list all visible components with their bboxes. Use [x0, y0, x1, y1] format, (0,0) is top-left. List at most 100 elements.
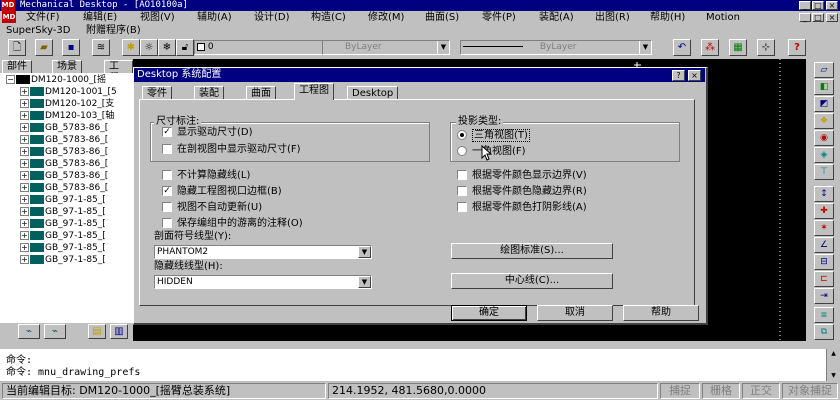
tab-assembly[interactable]: 装配: [194, 86, 224, 100]
tree-item[interactable]: + GB_5783-86_[: [20, 122, 108, 134]
browser-part-icon[interactable]: ⌁: [18, 324, 40, 339]
tree-item[interactable]: + DM120-103_[轴: [20, 110, 114, 122]
part-color-hatch-checkbox[interactable]: 根据零件颜色打阴影线(A): [457, 202, 587, 214]
lock-icon[interactable]: 🔓︎: [176, 39, 194, 56]
part-color-hidden-checkbox[interactable]: 根据零件颜色隐藏边界(R): [457, 186, 587, 198]
save-orphan-notes-checkbox[interactable]: 保存编组中的游离的注释(O): [162, 218, 303, 230]
menu-help[interactable]: 帮助(H): [650, 11, 685, 24]
help-icon[interactable]: ?: [788, 39, 806, 56]
tree-item[interactable]: + GB_5783-86_[: [20, 146, 108, 158]
menu-construct[interactable]: 构造(C): [311, 11, 346, 24]
tree-item[interactable]: + GB_97-1-85_[: [20, 230, 106, 242]
show-driving-dims-checkbox[interactable]: ✓ 显示驱动尺寸(D): [162, 127, 253, 139]
tab-drawings[interactable]: 工程图: [104, 60, 133, 96]
drawing-standards-button[interactable]: 绘图标准(S)...: [451, 243, 613, 259]
hide-viewport-border-checkbox[interactable]: ✓ 隐藏工程图视口边框(B): [162, 186, 282, 198]
assembly-tool-icon[interactable]: ↕: [814, 186, 834, 202]
command-splitter[interactable]: [0, 341, 840, 349]
menu-part[interactable]: 零件(P): [482, 11, 516, 24]
doc-close-icon[interactable]: ×: [826, 13, 838, 22]
section-linetype-select[interactable]: PHANTOM2 ▼: [154, 245, 372, 259]
menu-design[interactable]: 设计(D): [254, 11, 290, 24]
menu-surface[interactable]: 曲面(S): [425, 11, 459, 24]
no-hidden-lines-checkbox[interactable]: 不计算隐藏线(L): [162, 170, 250, 182]
scroll-down-icon[interactable]: ▼: [827, 371, 840, 381]
tab-scenes[interactable]: 场景: [52, 60, 82, 73]
collapse-icon[interactable]: −: [6, 75, 15, 84]
expand-icon[interactable]: +: [20, 159, 29, 168]
chamfer-tool-icon[interactable]: ⊤: [814, 164, 834, 180]
expand-icon[interactable]: +: [20, 255, 29, 264]
command-window[interactable]: 命令: 命令: mnu_drawing_prefs ▲ ▼: [0, 349, 840, 381]
flush-tool-icon[interactable]: ⊟: [814, 254, 834, 270]
insert-tool-icon[interactable]: ⊏: [814, 271, 834, 287]
maximize-icon[interactable]: □: [812, 1, 824, 10]
fillet-tool-icon[interactable]: ◈: [814, 147, 834, 163]
expand-icon[interactable]: +: [20, 99, 29, 108]
grid-tool-icon[interactable]: ▦: [729, 39, 747, 56]
layer-combo[interactable]: 0 ▼: [194, 40, 338, 55]
new-file-icon[interactable]: 🗋: [8, 39, 26, 56]
command-scrollbar[interactable]: ▲ ▼: [826, 349, 840, 381]
linetype-combo[interactable]: ByLayer ▼: [460, 40, 652, 55]
tree-item[interactable]: + GB_5783-86_[: [20, 134, 108, 146]
menu-assist[interactable]: 辅助(A): [197, 11, 232, 24]
doc-minimize-icon[interactable]: _: [799, 13, 811, 22]
undo-icon[interactable]: ↶: [673, 39, 691, 56]
extrude-tool-icon[interactable]: ◩: [814, 96, 834, 112]
sun-icon[interactable]: ☼: [140, 39, 158, 56]
tab-surface[interactable]: 曲面: [246, 86, 276, 100]
hidden-linetype-dropdown-icon[interactable]: ▼: [358, 276, 371, 288]
part-tool-icon[interactable]: ▱: [814, 62, 834, 78]
tree-item[interactable]: + DM120-102_[支: [20, 98, 114, 110]
expand-icon[interactable]: +: [20, 183, 29, 192]
ortho-toggle[interactable]: 正交: [742, 383, 780, 399]
open-folder-icon[interactable]: ▰: [35, 39, 53, 56]
properties-icon[interactable]: ⁂: [701, 39, 719, 56]
expand-icon[interactable]: +: [20, 123, 29, 132]
tree-item[interactable]: + GB_97-1-85_[: [20, 194, 106, 206]
menu-drawing[interactable]: 出图(R): [595, 11, 630, 24]
expand-icon[interactable]: +: [20, 135, 29, 144]
save-icon[interactable]: ▪: [62, 39, 80, 56]
menu-file[interactable]: 文件(F): [26, 11, 60, 24]
scene-tool-icon[interactable]: ⧈: [814, 307, 834, 323]
menu-addons[interactable]: 附赠程序(B): [86, 24, 141, 37]
expand-icon[interactable]: +: [20, 231, 29, 240]
minimize-icon[interactable]: _: [799, 1, 811, 10]
centerline-button[interactable]: 中心线(C)...: [451, 273, 613, 289]
color-combo[interactable]: ByLayer ▼: [322, 40, 450, 55]
tree-item[interactable]: + GB_5783-86_[: [20, 170, 108, 182]
tree-item[interactable]: + GB_97-1-85_[: [20, 218, 106, 230]
tab-part[interactable]: 零件: [142, 86, 172, 100]
browser-assembly-icon[interactable]: ⌁: [44, 324, 66, 339]
snap-toggle[interactable]: 捕捉: [660, 383, 700, 399]
no-auto-update-checkbox[interactable]: 视图不自动更新(U): [162, 202, 262, 214]
explode-tool-icon[interactable]: ⇥: [814, 288, 834, 304]
osnap-toggle[interactable]: 对象捕捉: [782, 383, 838, 399]
close-icon[interactable]: ×: [826, 1, 838, 10]
menu-edit[interactable]: 编辑(E): [83, 11, 117, 24]
part-color-visible-checkbox[interactable]: 根据零件颜色显示边界(V): [457, 170, 587, 182]
app-icon[interactable]: MD: [1, 0, 15, 11]
dialog-help-icon[interactable]: ?: [672, 70, 685, 81]
menu-view[interactable]: 视图(V): [140, 11, 175, 24]
expand-icon[interactable]: +: [20, 171, 29, 180]
sketch-tool-icon[interactable]: ◧: [814, 79, 834, 95]
dialog-close-icon[interactable]: ×: [688, 70, 701, 81]
expand-icon[interactable]: +: [20, 243, 29, 252]
section-linetype-dropdown-icon[interactable]: ▼: [358, 246, 371, 258]
tree-item[interactable]: + GB_5783-86_[: [20, 182, 108, 194]
expand-icon[interactable]: +: [20, 207, 29, 216]
tree-item[interactable]: + GB_97-1-85_[: [20, 206, 106, 218]
menu-modify[interactable]: 修改(M): [368, 11, 404, 24]
scroll-up-icon[interactable]: ▲: [827, 349, 840, 359]
tree-item[interactable]: + GB_5783-86_[: [20, 158, 108, 170]
help-button[interactable]: 帮助: [623, 305, 699, 321]
mate-tool-icon[interactable]: ✶: [814, 220, 834, 236]
tree-item[interactable]: + GB_97-1-85_[: [20, 242, 106, 254]
drawing-view-tool-icon[interactable]: ⧉: [814, 324, 834, 340]
tab-parts[interactable]: 部件: [2, 60, 32, 73]
expand-icon[interactable]: +: [20, 111, 29, 120]
constraint-tool-icon[interactable]: ✚: [814, 203, 834, 219]
